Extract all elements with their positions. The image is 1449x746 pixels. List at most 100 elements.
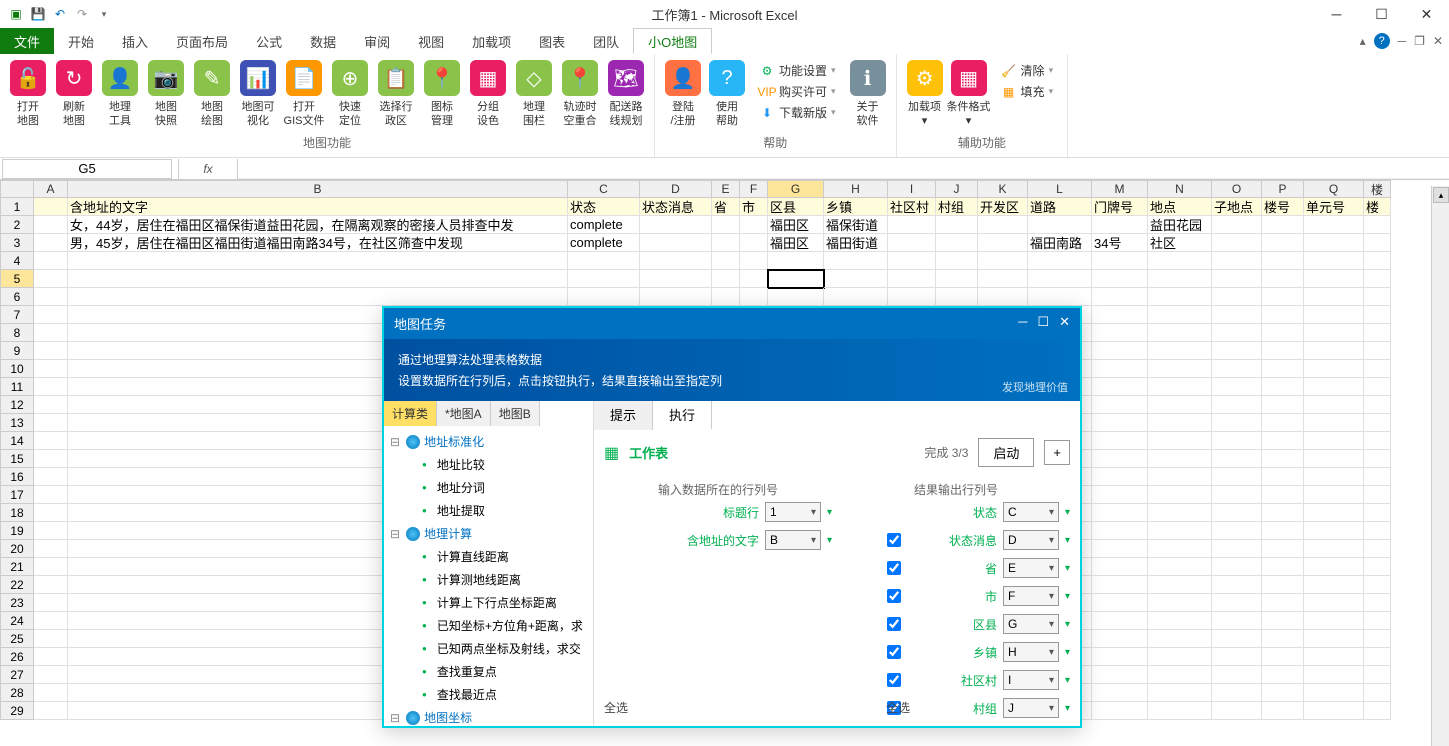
dialog-left-tab[interactable]: 地图B [491, 401, 540, 426]
tree-item[interactable]: 已知两点坐标及射线，求交 [386, 637, 591, 660]
col-header[interactable]: J [936, 180, 978, 198]
cell[interactable] [1148, 648, 1212, 666]
cell[interactable] [936, 216, 978, 234]
cell[interactable] [1148, 630, 1212, 648]
dialog-close-icon[interactable]: ✕ [1059, 314, 1070, 333]
cell[interactable] [1304, 378, 1364, 396]
tree-item[interactable]: 计算上下行点坐标距离 [386, 591, 591, 614]
cell[interactable] [1304, 234, 1364, 252]
cell[interactable] [1092, 288, 1148, 306]
cell[interactable] [1364, 486, 1391, 504]
cell[interactable] [1212, 252, 1262, 270]
window-close-icon[interactable]: ✕ [1433, 34, 1443, 48]
ribbon-link[interactable]: 🧹清除▾ [997, 60, 1058, 81]
cell[interactable] [1092, 540, 1148, 558]
cell[interactable]: 状态 [568, 198, 640, 216]
cell[interactable] [1262, 558, 1304, 576]
cell[interactable] [34, 198, 68, 216]
arrow-icon[interactable]: ▾ [827, 507, 832, 518]
cell[interactable] [978, 288, 1028, 306]
cell[interactable]: 含地址的文字 [68, 198, 568, 216]
cell[interactable] [824, 252, 888, 270]
cell[interactable]: 门牌号 [1092, 198, 1148, 216]
cell[interactable] [1262, 540, 1304, 558]
ribbon-button[interactable]: 📊地图可视化 [236, 58, 280, 129]
row-header[interactable]: 29 [0, 702, 34, 720]
ribbon-button[interactable]: ▦分组设色 [466, 58, 510, 129]
dialog-left-tab[interactable]: 计算类 [384, 401, 437, 426]
cell[interactable] [34, 324, 68, 342]
cell[interactable]: 福田区 [768, 216, 824, 234]
cell[interactable] [768, 288, 824, 306]
cell[interactable] [1092, 486, 1148, 504]
cell[interactable] [1148, 612, 1212, 630]
fx-icon[interactable]: fx [178, 159, 238, 179]
cell[interactable] [1304, 270, 1364, 288]
cell[interactable] [1262, 216, 1304, 234]
ribbon-button[interactable]: 📷地图快照 [144, 58, 188, 129]
cell[interactable] [1304, 288, 1364, 306]
cell[interactable] [1148, 450, 1212, 468]
cell[interactable] [34, 342, 68, 360]
cell[interactable] [1148, 432, 1212, 450]
cell[interactable] [1212, 558, 1262, 576]
tab[interactable]: 审阅 [350, 28, 404, 54]
cell[interactable] [1212, 468, 1262, 486]
cell[interactable] [1212, 702, 1262, 720]
cell[interactable] [34, 396, 68, 414]
scroll-up-icon[interactable]: ▴ [1433, 187, 1449, 203]
cell[interactable] [1212, 306, 1262, 324]
col-header[interactable]: M [1092, 180, 1148, 198]
field-checkbox[interactable] [887, 589, 901, 603]
col-header[interactable]: 楼 [1364, 180, 1391, 198]
cell[interactable] [34, 666, 68, 684]
cell[interactable] [1364, 396, 1391, 414]
cell[interactable] [1364, 270, 1391, 288]
ribbon-link[interactable]: ⚙功能设置▾ [755, 60, 840, 81]
cell[interactable] [1148, 558, 1212, 576]
cell[interactable]: 福田街道 [824, 234, 888, 252]
cell[interactable] [34, 504, 68, 522]
cell[interactable] [1092, 504, 1148, 522]
col-header[interactable]: I [888, 180, 936, 198]
cell[interactable] [740, 252, 768, 270]
row-header[interactable]: 19 [0, 522, 34, 540]
ribbon-button[interactable]: 🗺配送路线规划 [604, 58, 648, 129]
cell[interactable] [1212, 486, 1262, 504]
cell[interactable] [1304, 486, 1364, 504]
cell[interactable] [1148, 702, 1212, 720]
cell[interactable] [1364, 576, 1391, 594]
cell[interactable] [1262, 486, 1304, 504]
arrow-icon[interactable]: ▾ [1065, 535, 1070, 546]
col-header[interactable]: L [1028, 180, 1092, 198]
cell[interactable] [1212, 504, 1262, 522]
cell[interactable]: 省 [712, 198, 740, 216]
cell[interactable] [1262, 324, 1304, 342]
cell[interactable] [1304, 648, 1364, 666]
cell[interactable] [1148, 306, 1212, 324]
field-select[interactable]: B [765, 530, 821, 550]
cell[interactable] [1148, 504, 1212, 522]
cell[interactable] [1304, 576, 1364, 594]
field-select[interactable]: G [1003, 614, 1059, 634]
cell[interactable]: complete [568, 234, 640, 252]
cell[interactable]: 区县 [768, 198, 824, 216]
cell[interactable] [740, 270, 768, 288]
cell[interactable] [1148, 414, 1212, 432]
cell[interactable] [936, 234, 978, 252]
cell[interactable] [1304, 414, 1364, 432]
field-checkbox[interactable] [887, 533, 901, 547]
ribbon-button[interactable]: ℹ关于软件 [846, 58, 890, 129]
dialog-titlebar[interactable]: 地图任务 ─ ☐ ✕ [384, 308, 1080, 339]
cell[interactable] [1092, 630, 1148, 648]
cell[interactable] [34, 450, 68, 468]
cell[interactable] [1212, 396, 1262, 414]
cell[interactable] [1364, 252, 1391, 270]
cell[interactable] [34, 576, 68, 594]
row-header[interactable]: 18 [0, 504, 34, 522]
row-header[interactable]: 8 [0, 324, 34, 342]
tab[interactable]: 插入 [108, 28, 162, 54]
row-header[interactable]: 23 [0, 594, 34, 612]
arrow-icon[interactable]: ▾ [1065, 563, 1070, 574]
cell[interactable] [1028, 216, 1092, 234]
